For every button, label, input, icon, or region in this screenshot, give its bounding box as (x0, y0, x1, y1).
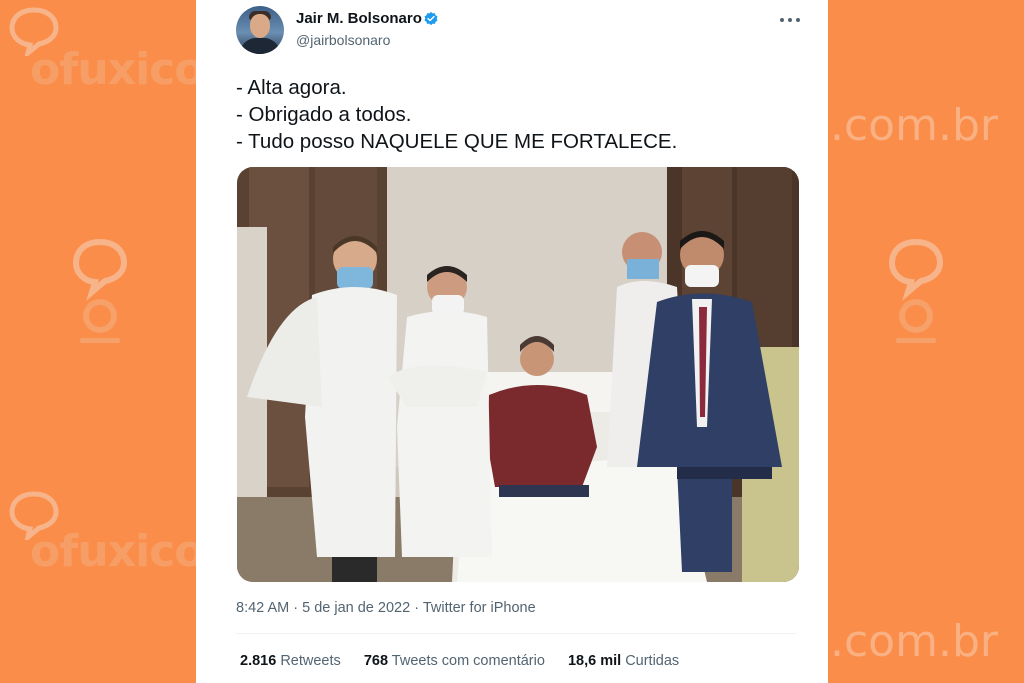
stats-divider (236, 633, 796, 634)
likes-stat[interactable]: 18,6 mil Curtidas (568, 653, 679, 669)
watermark-brand: ofuxico (30, 526, 204, 577)
retweets-count: 2.816 (240, 653, 277, 669)
watermark-domain: .com.br (830, 616, 998, 667)
retweets-label: Retweets (280, 653, 341, 669)
tweet-line: - Tudo posso NAQUELE QUE ME FORTALECE. (236, 130, 678, 153)
profile-avatar[interactable] (236, 6, 284, 54)
tweet-text: - Alta agora. - Obrigado a todos. - Tudo… (236, 74, 677, 155)
quote-tweets-stat[interactable]: 768 Tweets com comentário (364, 653, 545, 669)
tweet-date[interactable]: 5 de jan de 2022 (302, 600, 410, 616)
tweet-line: - Alta agora. (236, 76, 347, 99)
tweet-stats: 2.816 Retweets 768 Tweets com comentário… (240, 653, 698, 669)
more-options-icon[interactable] (778, 14, 802, 26)
tweet-source[interactable]: Twitter for iPhone (423, 600, 536, 616)
hospital-room-photo (237, 167, 799, 582)
verified-badge-icon (424, 12, 438, 26)
ofuxico-logo-icon (884, 238, 948, 353)
tweet-line: - Obrigado a todos. (236, 103, 412, 126)
likes-label: Curtidas (625, 653, 680, 669)
tweet-card: Jair M. Bolsonaro @jairbolsonaro - Alta … (196, 0, 828, 683)
retweets-stat[interactable]: 2.816 Retweets (240, 653, 341, 669)
avatar-suit (240, 38, 280, 54)
tweet-metadata: 8:42 AM · 5 de jan de 2022 · Twitter for… (236, 600, 536, 616)
tweet-time[interactable]: 8:42 AM (236, 600, 289, 616)
quote-tweets-label: Tweets com comentário (391, 653, 545, 669)
meta-separator: · (414, 600, 420, 616)
avatar-face (250, 14, 270, 38)
watermark-brand: ofuxico (30, 44, 204, 95)
author-handle[interactable]: @jairbolsonaro (296, 32, 390, 48)
likes-count: 18,6 mil (567, 653, 622, 669)
watermark-domain: .com.br (830, 100, 998, 151)
quote-tweets-count: 768 (363, 653, 389, 669)
author-name[interactable]: Jair M. Bolsonaro (296, 10, 422, 27)
tweet-photo[interactable] (237, 167, 799, 582)
meta-separator: · (293, 600, 299, 616)
ofuxico-logo-icon (68, 238, 132, 353)
